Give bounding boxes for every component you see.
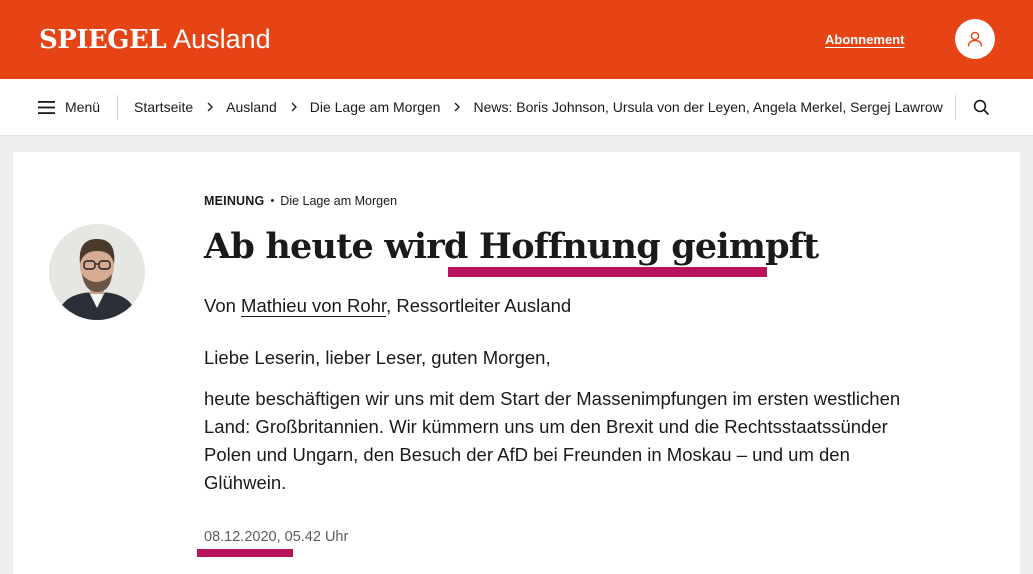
site-header: SPIEGEL Ausland Abonnement [0, 0, 1033, 79]
subscription-link[interactable]: Abonnement [825, 32, 904, 47]
chevron-right-icon [291, 102, 297, 112]
breadcrumb-home[interactable]: Startseite [134, 99, 193, 115]
publish-time: , 05.42 Uhr [276, 529, 349, 545]
breadcrumb-current: News: Boris Johnson, Ursula von der Leye… [473, 99, 943, 115]
kicker-separator: • [270, 195, 275, 207]
author-portrait [49, 224, 145, 320]
headline-text: Ab heute wird [204, 226, 479, 267]
article-kicker: MEINUNG • Die Lage am Morgen [204, 194, 397, 208]
author-link[interactable]: Mathieu von Rohr [241, 295, 387, 317]
section-name: Ausland [173, 24, 271, 54]
article-intro: heute beschäftigen wir uns mit dem Start… [204, 388, 901, 493]
account-button[interactable] [955, 19, 995, 59]
breadcrumb: Startseite Ausland Die Lage am Morgen Ne… [134, 99, 943, 115]
byline-prefix: Von [204, 295, 242, 316]
nav-divider [955, 95, 956, 120]
nav-divider [117, 95, 118, 120]
search-button[interactable] [973, 99, 990, 121]
site-logo[interactable]: SPIEGEL Ausland [39, 24, 271, 55]
author-avatar[interactable] [49, 224, 145, 320]
publish-date: 08.12.2020, 05.42 Uhr [204, 529, 348, 545]
chevron-right-icon [454, 102, 461, 112]
navigation-bar: Menü Startseite Ausland Die Lage am Morg… [0, 79, 1033, 136]
breadcrumb-lage[interactable]: Die Lage am Morgen [310, 99, 441, 115]
article-headline: Ab heute wird Hoffnung geimpft [204, 226, 819, 267]
headline-highlighted-text: Hoffnung geimpft [478, 226, 819, 267]
search-icon [973, 99, 990, 116]
breadcrumb-ausland[interactable]: Ausland [226, 99, 277, 115]
publish-date-value: 08.12.2020 [204, 529, 277, 545]
menu-button[interactable]: Menü [38, 97, 100, 117]
logo-wordmark: SPIEGEL [39, 25, 167, 55]
article-card: MEINUNG • Die Lage am Morgen Ab heute wi… [13, 152, 1020, 574]
author-role: , Ressortleiter Ausland [386, 295, 572, 316]
headline-highlight-mark [448, 267, 767, 277]
kicker-label: MEINUNG [204, 194, 265, 208]
user-icon [967, 31, 983, 47]
article-byline: Von Mathieu von Rohr, Ressortleiter Ausl… [204, 295, 571, 317]
kicker-subtitle: Die Lage am Morgen [280, 194, 398, 208]
menu-label: Menü [65, 99, 101, 115]
article-greeting: Liebe Leserin, lieber Leser, guten Morge… [204, 347, 551, 368]
hamburger-icon [38, 100, 55, 114]
chevron-right-icon [207, 102, 214, 112]
date-highlight-mark [197, 549, 293, 557]
